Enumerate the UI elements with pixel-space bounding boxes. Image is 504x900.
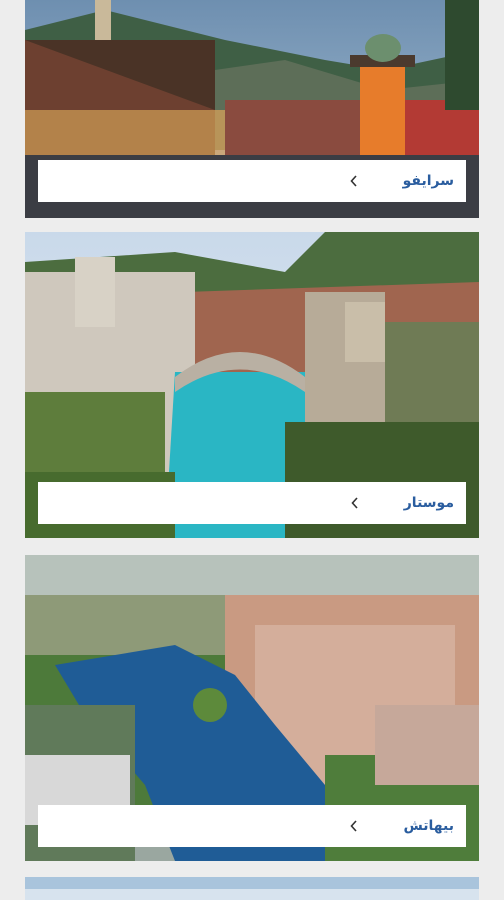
city-card-bihac[interactable]: بيهاتش — [25, 555, 479, 861]
city-card-partial[interactable] — [25, 877, 479, 900]
city-label-bar[interactable]: بيهاتش — [38, 805, 466, 847]
chevron-left-icon — [348, 496, 362, 510]
city-name: بيهاتش — [403, 818, 454, 834]
city-list: سرايفو موستار بيهاتش — [0, 0, 504, 900]
city-card-mostar[interactable]: موستار — [25, 232, 479, 538]
chevron-left-icon — [347, 819, 361, 833]
city-name: موستار — [403, 495, 454, 511]
city-name: سرايفو — [402, 173, 454, 189]
partial-photo — [25, 877, 479, 900]
city-label-bar[interactable]: سرايفو — [38, 160, 466, 202]
chevron-left-icon — [347, 174, 361, 188]
city-label-bar[interactable]: موستار — [38, 482, 466, 524]
city-card-sarajevo[interactable]: سرايفو — [25, 0, 479, 218]
